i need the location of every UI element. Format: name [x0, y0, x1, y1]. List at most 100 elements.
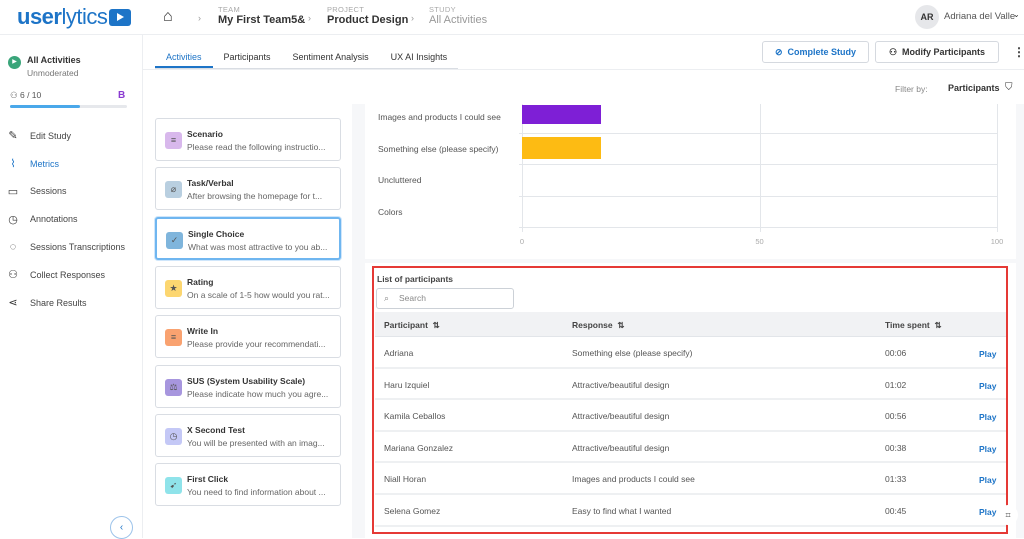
users-icon: ⚇ [10, 90, 20, 100]
play-button[interactable]: Play [979, 475, 997, 485]
activity-description: Please indicate how much you agre... [187, 388, 329, 399]
participant-name: Selena Gomez [384, 506, 441, 516]
activity-title: Rating [187, 276, 214, 287]
activity-type-icon: ◷ [165, 427, 182, 445]
activity-card[interactable]: ◷ X Second Test You will be presented with… [155, 413, 341, 457]
activity-card[interactable]: ≡ Scenario Please read the following instr… [155, 118, 341, 161]
sort-icon[interactable]: ⇅ [615, 320, 624, 330]
sidebar-item-collect-responses[interactable]: ⚇ Collect Responses [0, 261, 142, 289]
avatar[interactable]: AR [915, 5, 939, 29]
activity-card[interactable]: ≡ Write In Please provide your recommendat… [155, 315, 341, 359]
participant-name: Haru Izquiel [384, 379, 430, 390]
activity-description: You need to find information about ... [187, 487, 326, 498]
sidebar-item-annotations[interactable]: ◷ Annotations [0, 205, 142, 233]
breadcrumb-project[interactable]: PROJECT Product Design [327, 5, 408, 26]
sort-icon[interactable]: ⇅ [430, 320, 440, 330]
activity-card[interactable]: ⚖ SUS (System Usability Scale) Please indi… [155, 364, 341, 408]
sidebar-item-metrics[interactable]: ⌇ Metrics [0, 150, 142, 178]
breadcrumb-study: STUDY All Activities [429, 5, 487, 26]
activity-title: Write In [187, 326, 219, 337]
sidebar-item-label: Sessions [30, 186, 67, 197]
filter-label: Filter by: [895, 84, 928, 94]
table-row: Adriana Something else (please specify) 00… [375, 337, 1006, 369]
time-spent: 00:06 [885, 348, 907, 358]
activity-list: ≡ Scenario Please read the following instr… [143, 104, 352, 538]
search-input[interactable]: ⌕ Search [376, 288, 514, 309]
gridline [519, 195, 997, 197]
chevron-right-icon: › [198, 13, 201, 23]
category-label: Images and products I could see [378, 112, 501, 122]
video-icon: ▭ [7, 185, 19, 198]
scan-icon[interactable]: ⌗ [998, 505, 1018, 525]
modify-participants-label: Modify Participants [902, 47, 986, 57]
clock-icon: ◷ [8, 213, 18, 226]
response-chart: Images and products I could see Something… [365, 104, 1016, 259]
sidebar-item-sessions-transcriptions[interactable]: ◌ Sessions Transcriptions [0, 233, 142, 261]
check-circle-icon: ⊘ [774, 46, 788, 57]
play-button[interactable]: Play [979, 412, 997, 422]
activity-description: What was most attractive to you ab... [188, 241, 328, 252]
complete-study-button[interactable]: ⊘ Complete Study [762, 41, 869, 63]
activity-card[interactable]: ⌀ Task/Verbal After browsing the homepage … [155, 167, 341, 211]
modify-participants-button[interactable]: ⚇ Modify Participants [875, 41, 999, 63]
participant-name: Mariana Gonzalez [384, 442, 453, 453]
sidebar-item-sessions[interactable]: ▭ Sessions [0, 178, 142, 206]
table-row: Haru Izquiel Attractive/beautiful design 0… [375, 369, 1006, 401]
column-response[interactable]: Response ⇅ [572, 320, 624, 331]
activity-card[interactable]: ✓ Single Choice What was most attractive t… [155, 216, 341, 260]
gridline [519, 227, 997, 228]
play-button[interactable]: Play [979, 444, 997, 454]
user-name[interactable]: Adriana del Valle [944, 11, 1015, 22]
participant-progress-bar [10, 105, 127, 108]
study-title: All Activities [27, 55, 81, 65]
more-options-icon[interactable]: ⋮ [1013, 45, 1024, 59]
table-header: Participant ⇅ Response ⇅ Time spent ⇅ [375, 312, 1006, 337]
breadcrumb-team[interactable]: TEAM My First Team5& [218, 5, 305, 26]
breadcrumb-value: Product Design [327, 14, 409, 26]
play-button[interactable]: Play [979, 381, 997, 391]
participant-name: Adriana [384, 348, 414, 358]
collapse-sidebar-button[interactable]: ‹ [110, 516, 133, 539]
gridline [997, 104, 998, 232]
bar[interactable] [522, 136, 602, 159]
gridline [759, 104, 761, 232]
response: Attractive/beautiful design [572, 442, 670, 453]
tab-participants[interactable]: Participants [213, 45, 282, 68]
study-badge: B [118, 90, 126, 101]
activity-type-icon: ✓ [166, 231, 183, 249]
chart-icon: ⌇ [10, 158, 16, 171]
participant-count: ⚇ 6 / 10 [10, 90, 41, 101]
play-button[interactable]: Play [979, 349, 997, 359]
chat-icon: ◌ [9, 241, 17, 254]
chevron-down-icon[interactable]: ⌄ [1013, 10, 1020, 19]
column-time-spent[interactable]: Time spent ⇅ [885, 320, 942, 331]
sidebar-item-edit-study[interactable]: ✎ Edit Study [0, 122, 142, 150]
tab-activities[interactable]: Activities [155, 45, 213, 68]
chart-plot-area: 0 50 100 [519, 104, 1003, 246]
breadcrumb-value: My First Team5& [218, 14, 306, 26]
bar[interactable] [522, 105, 602, 124]
home-icon[interactable]: ⌂ [163, 8, 173, 26]
time-spent: 00:45 [885, 506, 907, 516]
column-label: Participant [384, 320, 428, 330]
activity-type-icon: ≡ [165, 329, 182, 347]
play-button[interactable]: Play [979, 507, 997, 517]
activity-card[interactable]: ➹ First Click You need to find information… [155, 463, 341, 507]
participant-name: Kamila Ceballos [384, 411, 446, 422]
activity-type-icon: ≡ [165, 132, 182, 149]
sidebar-item-share-results[interactable]: ⋖ Share Results [0, 289, 142, 317]
response: Easy to find what I wanted [572, 506, 672, 516]
time-spent: 01:02 [885, 379, 907, 390]
activity-card[interactable]: ★ Rating On a scale of 1-5 how would you r… [155, 265, 341, 309]
column-participant[interactable]: Participant ⇅ [384, 320, 440, 331]
filter-icon[interactable]: ⛉ [1005, 82, 1013, 93]
userlytics-logo[interactable]: userlytics [17, 4, 132, 30]
filter-value[interactable]: Participants [948, 83, 1000, 93]
sidebar: ▶ All Activities Unmoderated ⚇ 6 / 10 B … [0, 35, 143, 539]
sort-icon[interactable]: ⇅ [932, 320, 941, 330]
activity-title: SUS (System Usability Scale) [187, 375, 306, 386]
activity-description: You will be presented with an imag... [187, 437, 325, 448]
tab-ux-ai-insights[interactable]: UX AI Insights [380, 45, 459, 68]
complete-study-label: Complete Study [787, 47, 857, 57]
tab-sentiment-analysis[interactable]: Sentiment Analysis [282, 45, 380, 68]
